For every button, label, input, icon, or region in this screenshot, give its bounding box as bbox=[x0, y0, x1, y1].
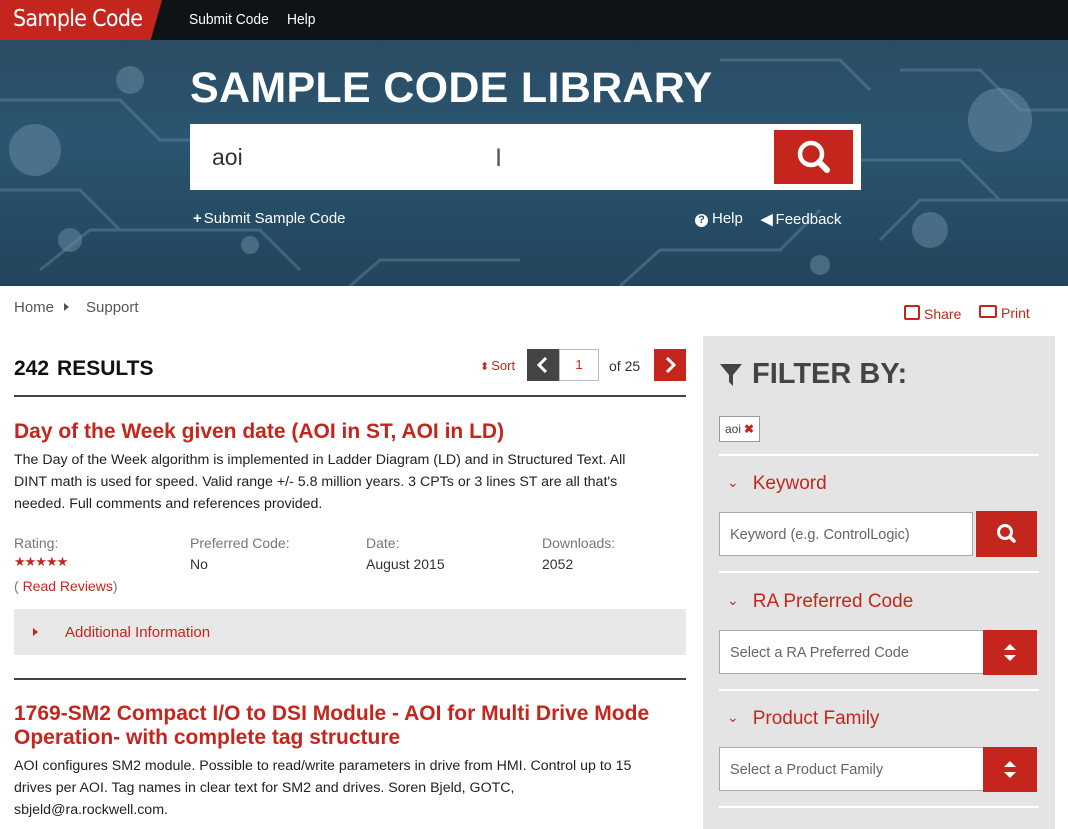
keyword-input[interactable]: Keyword (e.g. ControlLogic) bbox=[719, 512, 973, 556]
search-button[interactable] bbox=[774, 130, 853, 184]
divider bbox=[719, 454, 1039, 456]
preferred-code-label: Preferred Code: bbox=[190, 535, 290, 551]
sort-icon: ⬍ bbox=[480, 361, 490, 373]
sort-button[interactable]: ⬍ Sort bbox=[480, 358, 515, 373]
read-reviews-label: Read Reviews bbox=[22, 578, 113, 594]
hero-banner: SAMPLE CODE LIBRARY I +Submit Sample Cod… bbox=[0, 40, 1068, 286]
read-reviews-link[interactable]: ( Read Reviews) bbox=[14, 578, 118, 594]
filter-title: FILTER BY: bbox=[752, 358, 908, 390]
sort-arrows-icon bbox=[1004, 761, 1016, 778]
active-filter-chip[interactable]: aoi ✖ bbox=[719, 416, 761, 442]
breadcrumb-home[interactable]: Home bbox=[14, 299, 54, 316]
description-line: The Day of the Week algorithm is impleme… bbox=[14, 452, 626, 468]
date-label: Date: bbox=[366, 535, 400, 551]
additional-information-label: Additional Information bbox=[65, 624, 211, 641]
divider bbox=[719, 571, 1039, 573]
product-family-heading: Product Family bbox=[752, 708, 880, 729]
help-label: Help bbox=[712, 210, 743, 227]
result-title[interactable]: Day of the Week given date (AOI in ST, A… bbox=[14, 420, 694, 444]
preferred-code-heading: RA Preferred Code bbox=[752, 591, 914, 612]
keyword-search-button[interactable] bbox=[976, 511, 1037, 557]
description-line: sbjeld@ra.rockwell.com. bbox=[14, 802, 168, 818]
filter-funnel-icon bbox=[720, 364, 742, 386]
share-button[interactable]: Share bbox=[904, 305, 961, 322]
preferred-code-value: No bbox=[190, 556, 208, 572]
print-button[interactable]: Print bbox=[979, 305, 1030, 321]
divider bbox=[14, 395, 686, 397]
page-title: SAMPLE CODE LIBRARY bbox=[190, 64, 713, 112]
description-line: needed. Full comments and references pro… bbox=[14, 496, 323, 512]
divider bbox=[719, 806, 1039, 808]
product-family-section-toggle[interactable]: ⌄ Product Family bbox=[727, 708, 879, 730]
chevron-left-icon bbox=[536, 356, 548, 374]
share-icon bbox=[904, 305, 920, 320]
results-number: 242 bbox=[14, 357, 50, 380]
chevron-down-icon: ⌄ bbox=[727, 709, 739, 725]
question-circle-icon: ? bbox=[695, 214, 708, 227]
help-link[interactable]: ? Help bbox=[695, 210, 743, 227]
page-total: of 25 bbox=[609, 358, 641, 374]
page-number-input[interactable]: 1 bbox=[559, 349, 599, 381]
brand-logo[interactable]: Sample Code bbox=[0, 0, 162, 40]
submit-sample-code-label: Submit Sample Code bbox=[203, 210, 346, 227]
print-icon bbox=[979, 305, 997, 318]
date-value: August 2015 bbox=[366, 556, 445, 572]
remove-icon[interactable]: ✖ bbox=[744, 422, 754, 436]
nav-submit-code[interactable]: Submit Code bbox=[189, 11, 269, 28]
keyword-section-toggle[interactable]: ⌄ Keyword bbox=[727, 473, 827, 495]
product-family-select[interactable]: Select a Product Family bbox=[719, 747, 984, 791]
description-line: AOI configures SM2 module. Possible to r… bbox=[14, 758, 632, 774]
nav-help[interactable]: Help bbox=[287, 11, 315, 28]
filter-panel: FILTER BY: aoi ✖ ⌄ Keyword Keyword (e.g. C… bbox=[703, 336, 1055, 829]
search-icon bbox=[797, 140, 830, 173]
description-line: DINT math is used for speed. Valid range… bbox=[14, 474, 618, 490]
previous-page-button[interactable] bbox=[527, 349, 559, 381]
plus-icon: + bbox=[193, 210, 202, 227]
title-line: Operation- with complete tag structure bbox=[14, 726, 401, 749]
chevron-down-icon: ⌄ bbox=[727, 474, 739, 490]
result-title[interactable]: 1769-SM2 Compact I/O to DSI Module - AOI… bbox=[14, 702, 694, 750]
feedback-link[interactable]: ◀ Feedback bbox=[761, 210, 841, 228]
search-icon bbox=[997, 524, 1016, 543]
sort-label: Sort bbox=[491, 358, 516, 373]
chevron-right-icon bbox=[665, 356, 677, 374]
top-navigation-bar: Sample Code Submit Code Help bbox=[0, 0, 1068, 40]
divider bbox=[14, 678, 686, 680]
preferred-code-section-toggle[interactable]: ⌄ RA Preferred Code bbox=[727, 591, 913, 613]
keyword-heading: Keyword bbox=[752, 473, 827, 494]
chevron-down-icon: ⌄ bbox=[727, 592, 739, 608]
results-label: RESULTS bbox=[57, 357, 154, 380]
preferred-code-select-button[interactable] bbox=[983, 630, 1037, 675]
search-input[interactable] bbox=[190, 124, 782, 190]
print-label: Print bbox=[1001, 305, 1030, 321]
search-box: I bbox=[190, 124, 861, 190]
description-line: drives per AOI. Tag names in clear text … bbox=[14, 780, 515, 796]
results-count: 242 RESULTS bbox=[14, 357, 154, 381]
result-description: AOI configures SM2 module. Possible to r… bbox=[14, 755, 694, 821]
rating-stars-icon: ★★★★★ bbox=[14, 554, 68, 569]
additional-information-toggle[interactable]: Additional Information bbox=[14, 609, 686, 655]
divider bbox=[719, 689, 1039, 691]
preferred-code-select[interactable]: Select a RA Preferred Code bbox=[719, 630, 984, 674]
sort-arrows-icon bbox=[1004, 644, 1016, 661]
brand-label: Sample Code bbox=[13, 6, 143, 32]
downloads-value: 2052 bbox=[542, 556, 574, 572]
breadcrumb-support[interactable]: Support bbox=[86, 299, 139, 316]
next-page-button[interactable] bbox=[654, 349, 686, 381]
chip-label: aoi bbox=[725, 422, 742, 436]
result-description: The Day of the Week algorithm is impleme… bbox=[14, 449, 694, 515]
text-cursor-icon: I bbox=[495, 144, 503, 172]
megaphone-icon: ◀ bbox=[761, 211, 773, 228]
breadcrumb-arrow-icon bbox=[64, 303, 69, 311]
caret-right-icon bbox=[33, 628, 38, 636]
feedback-label: Feedback bbox=[775, 211, 842, 228]
submit-sample-code-link[interactable]: + Submit Sample Code bbox=[193, 210, 346, 227]
downloads-label: Downloads: bbox=[542, 535, 616, 551]
rating-label: Rating: bbox=[14, 535, 59, 551]
title-line: 1769-SM2 Compact I/O to DSI Module - AOI… bbox=[14, 702, 650, 725]
product-family-select-button[interactable] bbox=[983, 747, 1037, 792]
share-label: Share bbox=[924, 306, 962, 322]
